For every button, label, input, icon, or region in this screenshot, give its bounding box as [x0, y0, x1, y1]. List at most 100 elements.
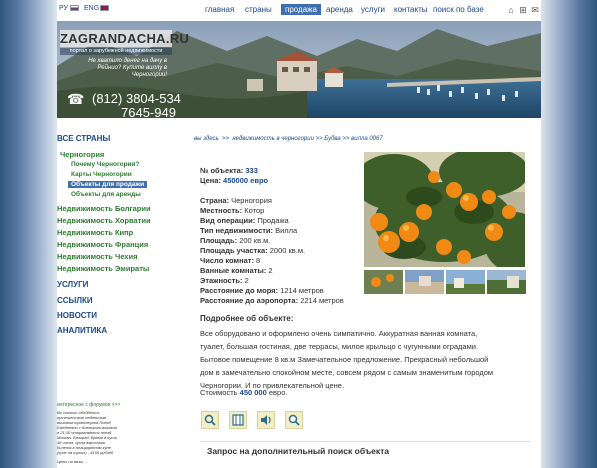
property-description: Все оборудовано и оформлено очень симпат…: [200, 327, 520, 392]
sidebar-links[interactable]: ССЫЛКИ: [57, 296, 93, 305]
mail-icon[interactable]: ✉: [530, 5, 540, 15]
property-row-label: Площадь:: [200, 236, 238, 245]
page: РУ ENG главная страны продажа аренда усл…: [57, 0, 541, 468]
nav-sale[interactable]: продажа: [281, 4, 321, 15]
header-banner: ZAGRANDACHA.RU портал о зарубежной недви…: [57, 21, 541, 118]
map-icon: [232, 414, 244, 426]
photo-thumbnail[interactable]: [364, 270, 403, 294]
property-row-label: Площадь участка:: [200, 246, 268, 255]
property-price-label: Цена:: [200, 176, 221, 185]
property-row-label: Тип недвижимости:: [200, 226, 274, 235]
property-row-value: Котор: [244, 206, 265, 215]
property-row: Этажность: 2: [200, 276, 344, 286]
property-main-photo[interactable]: [364, 152, 525, 267]
property-row-label: Страна:: [200, 196, 230, 205]
nav-services[interactable]: услуги: [357, 4, 389, 15]
sitemap-icon[interactable]: ⊞: [518, 5, 528, 15]
site-logo[interactable]: ZAGRANDACHA.RU: [60, 30, 189, 47]
sidebar-item-emirates[interactable]: Недвижимость Эмираты: [57, 264, 149, 273]
sidebar-all-countries[interactable]: ВСЕ СТРАНЫ: [57, 134, 110, 143]
forum-excerpt: Во сколько обойдется путешествие недельн…: [57, 410, 117, 455]
sidebar-item-bulgaria[interactable]: Недвижимость Болгарии: [57, 204, 151, 213]
property-row: Площадь: 200 кв.м.: [200, 236, 344, 246]
breadcrumb-villa: вилла 0067: [351, 136, 383, 142]
property-row-value: Продажа: [257, 216, 289, 225]
english-flag-icon[interactable]: [100, 5, 109, 11]
property-row-label: Этажность:: [200, 276, 243, 285]
property-row-value: Черногория: [231, 196, 272, 205]
sidebar-item-maps[interactable]: Карты Черногории: [71, 171, 132, 178]
property-row-value: 200 кв.м.: [239, 236, 271, 245]
price-prefix: Стоимость: [200, 388, 238, 397]
phone-number-2: 7645-949: [121, 105, 176, 118]
property-row: Число комнат: 8: [200, 256, 344, 266]
price-line: Стоимость 450 000 евро.: [200, 388, 287, 397]
sidebar-analytics[interactable]: АНАЛИТИКА: [57, 326, 107, 335]
description-line: Бытовое помещение 8 кв.м Замечательное п…: [200, 355, 489, 364]
site-tagline: портал о зарубежной недвижимости: [60, 48, 172, 55]
sidebar-news[interactable]: НОВОСТИ: [57, 311, 97, 320]
photo-thumbnail[interactable]: [446, 270, 485, 294]
phone-icon: ☎: [67, 91, 85, 107]
home-icon[interactable]: ⌂: [506, 5, 516, 15]
property-id-value: 333: [245, 166, 258, 175]
sidebar-services[interactable]: УСЛУГИ: [57, 280, 88, 289]
price-suffix: евро.: [268, 388, 288, 397]
details-title: Подробнее об объекте:: [200, 314, 294, 323]
property-row: Площадь участка: 2000 кв.м.: [200, 246, 344, 256]
photo-thumbnail[interactable]: [405, 270, 444, 294]
property-row-value: 1214 метров: [280, 286, 324, 295]
search-icon: [288, 414, 300, 426]
map-button[interactable]: [229, 411, 247, 429]
forum-footer-link[interactable]: Цены на визы ...: [57, 459, 87, 464]
property-row-value: 2000 кв.м.: [269, 246, 306, 255]
description-line: Все оборудовано и оформлено очень симпат…: [200, 329, 478, 338]
nav-home[interactable]: главная: [201, 4, 238, 15]
sidebar-item-objects-rent[interactable]: Объекты для аренды: [71, 191, 141, 198]
property-details: № объекта: 333 Цена: 450000 евро Страна:…: [200, 166, 344, 306]
lang-eng-link[interactable]: ENG: [84, 5, 99, 12]
property-row: Ванные комнаты: 2: [200, 266, 344, 276]
top-bar: РУ ENG главная страны продажа аренда усл…: [57, 0, 541, 20]
breadcrumb-budva[interactable]: Будва: [324, 136, 340, 142]
sidebar-item-objects-sale[interactable]: Объекты для продажи: [68, 181, 148, 188]
property-row-value: 2: [268, 266, 273, 275]
price-value: 450 000: [239, 388, 267, 397]
sidebar-item-cyprus[interactable]: Недвижимость Кипр: [57, 228, 133, 237]
nav-contacts[interactable]: контакты: [390, 4, 431, 15]
russian-flag-icon[interactable]: [70, 5, 79, 11]
breadcrumb-montenegro[interactable]: недвижимость в черногории: [232, 136, 314, 142]
property-row-value: 2214 метров: [300, 296, 344, 305]
sidebar-item-croatia[interactable]: Недвижимость Хорватии: [57, 216, 151, 225]
request-search-title[interactable]: Запрос на дополнительный поиск объекта: [207, 446, 389, 456]
nav-rent[interactable]: аренда: [322, 4, 357, 15]
property-row-value: Вилла: [275, 226, 298, 235]
zoom-button[interactable]: [201, 411, 219, 429]
description-line: туалет, большая гостиная, две террасы, м…: [200, 342, 479, 351]
breadcrumb-here: вы здесь: [194, 136, 219, 142]
property-row-value: 8: [256, 256, 261, 265]
sidebar-item-france[interactable]: Недвижимость Франция: [57, 240, 148, 249]
breadcrumb: вы здесь >> недвижимость в черногории >>…: [194, 136, 383, 142]
property-price-row: Цена: 450000 евро: [200, 176, 344, 186]
property-row: Тип недвижимости: Вилла: [200, 226, 344, 236]
property-row-label: Расстояние до аэропорта:: [200, 296, 299, 305]
divider: [200, 441, 530, 442]
property-price-value: 450000 евро: [223, 176, 269, 185]
property-row: Местность: Котор: [200, 206, 344, 216]
sidebar-item-czech[interactable]: Недвижимость Чехия: [57, 252, 137, 261]
sidebar-item-why-montenegro[interactable]: Почему Черногория?: [71, 161, 139, 168]
nav-countries[interactable]: страны: [241, 4, 276, 15]
sidebar-item-montenegro[interactable]: Черногория: [60, 150, 104, 159]
audio-icon: [261, 415, 271, 425]
nav-search[interactable]: поиск по базе: [429, 4, 488, 15]
forum-heading-link[interactable]: интересное с форумов >>>: [57, 402, 120, 408]
banner-teaser: Не хватило денег на дачу в Рейнио? Купит…: [88, 58, 167, 78]
search-button[interactable]: [285, 411, 303, 429]
audio-button[interactable]: [257, 411, 275, 429]
photo-thumbnail[interactable]: [487, 270, 526, 294]
property-row: Страна: Черногория: [200, 196, 344, 206]
lang-ru-link[interactable]: РУ: [59, 5, 68, 12]
property-id-label: № объекта:: [200, 166, 244, 175]
property-row-value: 2: [244, 276, 249, 285]
